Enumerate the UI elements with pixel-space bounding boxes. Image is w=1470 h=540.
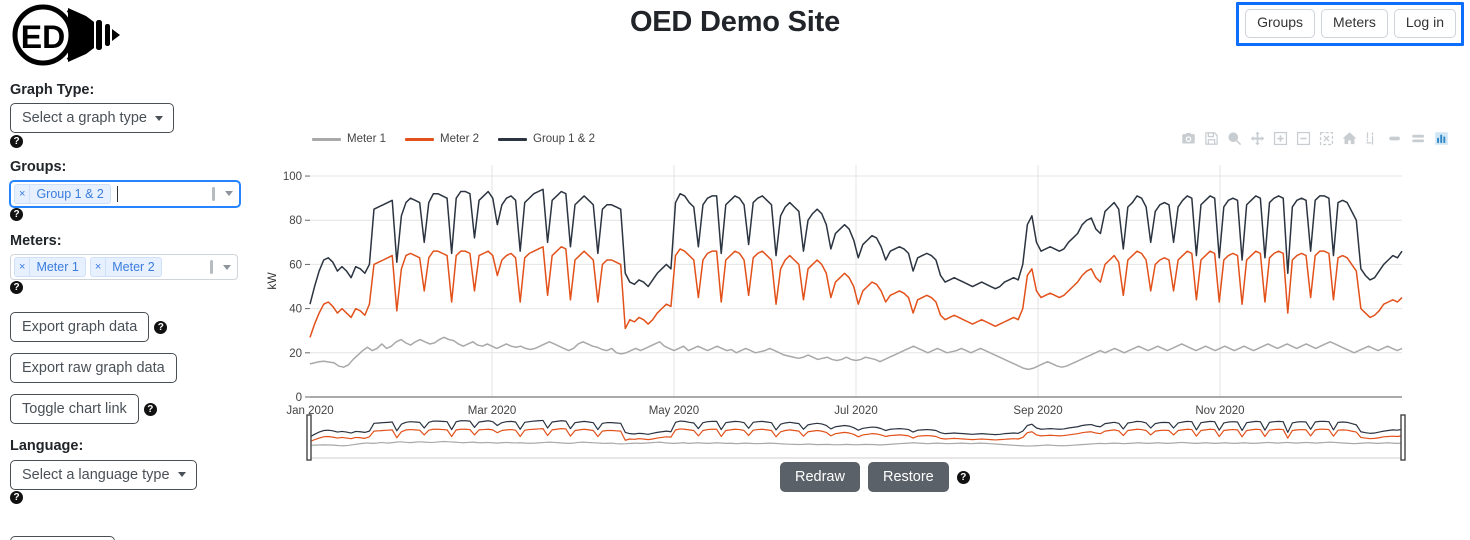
- graph-type-dropdown[interactable]: Select a graph type: [10, 103, 174, 134]
- toggle-chart-link-button[interactable]: Toggle chart link: [10, 394, 139, 425]
- chevron-down-icon: [177, 472, 186, 478]
- options-panel: Graph Type: Select a graph type ? Groups…: [10, 82, 260, 540]
- separator: [210, 182, 217, 206]
- export-graph-data-help-icon[interactable]: ?: [154, 320, 168, 334]
- svg-text:60: 60: [289, 259, 302, 271]
- hide-options-button[interactable]: Hide options: [10, 535, 115, 540]
- groups-help[interactable]: ?: [10, 208, 260, 222]
- graph-type-selected-value: Select a graph type: [22, 110, 147, 127]
- chart-controls-help-icon[interactable]: ?: [956, 470, 970, 484]
- language-help[interactable]: ?: [10, 490, 260, 505]
- graph-type-help[interactable]: ?: [10, 134, 260, 148]
- toggle-chart-link-help-icon[interactable]: ?: [143, 402, 157, 416]
- graph-type-label: Graph Type:: [10, 82, 95, 98]
- chart-action-buttons: Redraw Restore ?: [780, 462, 970, 492]
- language-selected-value: Select a language type: [22, 466, 170, 483]
- remove-tag-icon[interactable]: ×: [91, 258, 107, 277]
- language-dropdown[interactable]: Select a language type: [10, 459, 197, 490]
- remove-tag-icon[interactable]: ×: [15, 184, 31, 203]
- meters-dropdown-arrow[interactable]: [215, 255, 237, 279]
- top-nav: Groups Meters Log in: [1236, 2, 1464, 46]
- meters-multiselect[interactable]: × Meter 1 × Meter 2: [10, 254, 238, 281]
- tag-label: Meter 2: [112, 260, 155, 275]
- rangeslider-handle-right[interactable]: [1400, 414, 1406, 461]
- rangeslider-line: [309, 440, 1403, 447]
- restore-button[interactable]: Restore: [867, 462, 949, 492]
- nav-groups-button[interactable]: Groups: [1245, 9, 1316, 38]
- remove-tag-icon[interactable]: ×: [15, 258, 31, 277]
- svg-text:Jul 2020: Jul 2020: [834, 405, 877, 417]
- groups-selected-values: × Group 1 & 2: [11, 182, 210, 206]
- svg-text:0: 0: [296, 392, 302, 404]
- chevron-down-icon: [222, 264, 231, 270]
- language-label: Language:: [10, 438, 84, 455]
- rangeslider-line: [309, 428, 1403, 443]
- svg-text:80: 80: [289, 215, 302, 227]
- tag-label: Group 1 & 2: [36, 186, 104, 201]
- svg-text:Sep 2020: Sep 2020: [1013, 405, 1062, 417]
- meters-tag: × Meter 1: [14, 257, 86, 278]
- redraw-button[interactable]: Redraw: [780, 462, 860, 492]
- groups-dropdown-arrow[interactable]: [217, 182, 239, 206]
- nav-login-button[interactable]: Log in: [1393, 9, 1456, 38]
- svg-text:40: 40: [289, 304, 302, 316]
- svg-text:100: 100: [283, 171, 302, 183]
- meters-label: Meters:: [10, 232, 62, 249]
- chart-plot-svg[interactable]: 020406080100Jan 2020 Mar 2020 May 2020 Jul …: [262, 125, 1462, 465]
- svg-text:Nov 2020: Nov 2020: [1195, 405, 1244, 417]
- line-chart: Meter 1 Meter 2 Group 1 & 2 0 20 40 60 8…: [262, 125, 1462, 465]
- svg-text:20: 20: [289, 348, 302, 360]
- groups-multiselect[interactable]: × Group 1 & 2: [10, 180, 240, 207]
- separator: [208, 255, 215, 279]
- export-raw-graph-data-button[interactable]: Export raw graph data: [10, 353, 177, 384]
- export-graph-data-button[interactable]: Export graph data: [10, 312, 150, 343]
- oed-demo-page: ED OED Demo Site ? Groups Meters Log in …: [0, 0, 1470, 540]
- chevron-down-icon: [224, 191, 233, 197]
- tag-label: Meter 1: [36, 260, 79, 275]
- meters-selected-values: × Meter 1 × Meter 2: [11, 255, 208, 279]
- groups-tag: × Group 1 & 2: [14, 183, 111, 204]
- meters-tag: × Meter 2: [89, 257, 162, 278]
- nav-meters-button[interactable]: Meters: [1321, 9, 1388, 38]
- svg-text:kW: kW: [265, 272, 279, 290]
- text-cursor: [116, 185, 118, 202]
- svg-text:Mar 2020: Mar 2020: [468, 405, 517, 417]
- meters-help[interactable]: ?: [10, 281, 260, 295]
- svg-text:May 2020: May 2020: [649, 405, 700, 417]
- groups-label: Groups:: [10, 159, 67, 176]
- rangeslider-handle-left[interactable]: [306, 414, 312, 461]
- chevron-down-icon: [154, 115, 163, 121]
